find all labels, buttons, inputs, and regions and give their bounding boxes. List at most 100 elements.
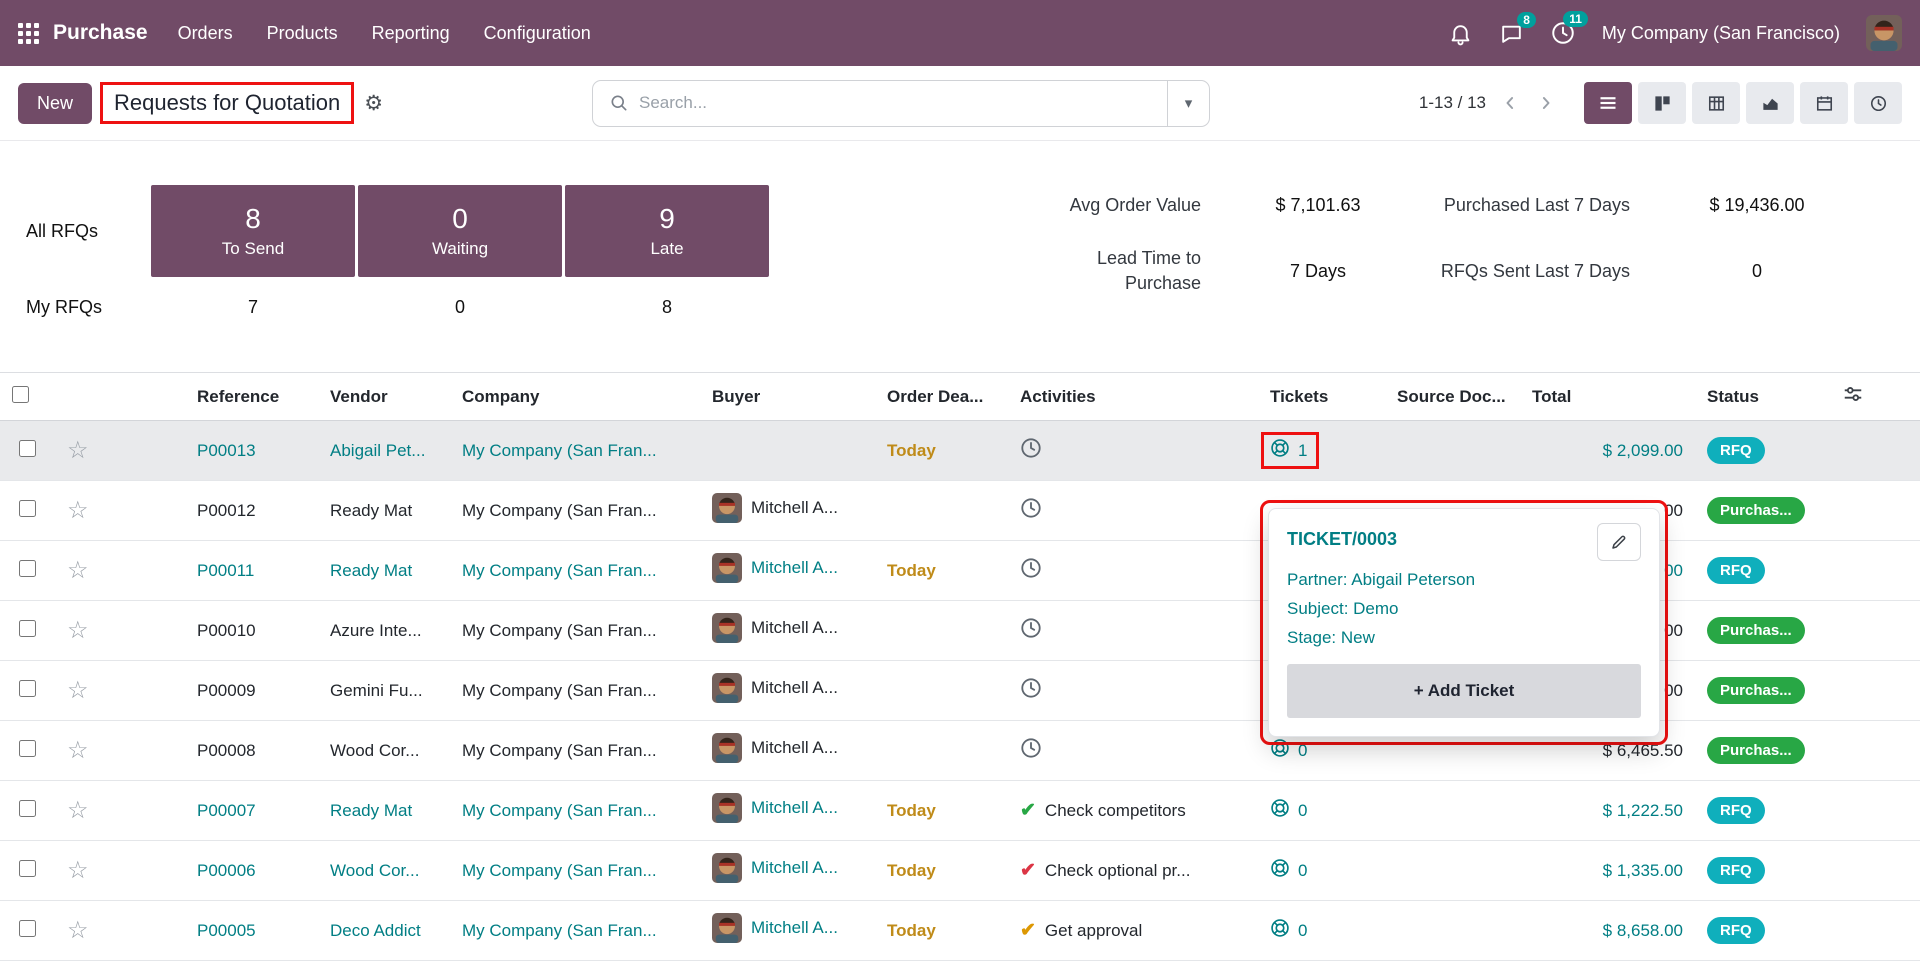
user-avatar[interactable] — [1866, 15, 1902, 51]
ticket-count[interactable]: 0 — [1298, 801, 1307, 821]
view-calendar-icon[interactable] — [1800, 82, 1848, 124]
menu-reporting[interactable]: Reporting — [372, 23, 450, 44]
company-switcher[interactable]: My Company (San Francisco) — [1602, 23, 1840, 44]
favorite-star-icon[interactable]: ☆ — [67, 737, 89, 764]
app-name[interactable]: Purchase — [53, 21, 148, 45]
check-activity-icon[interactable]: ✔ — [1020, 919, 1036, 942]
activity-cell-content[interactable]: ✔ — [1020, 617, 1042, 644]
add-ticket-button[interactable]: + Add Ticket — [1287, 664, 1641, 718]
column-header-company[interactable]: Company — [450, 373, 700, 421]
optional-columns-icon[interactable] — [1830, 373, 1920, 421]
pager-next-icon[interactable] — [1534, 91, 1558, 115]
gear-icon[interactable]: ⚙ — [364, 91, 383, 116]
kpi-rfqs-sent-last7: 0 — [1672, 261, 1842, 282]
activity-cell-content[interactable]: ✔ Check competitors — [1020, 799, 1186, 822]
table-row[interactable]: ☆ P00005 Deco Addict My Company (San Fra… — [0, 901, 1920, 961]
activity-cell-content[interactable]: ✔ — [1020, 677, 1042, 704]
check-activity-icon[interactable]: ✔ — [1020, 799, 1036, 822]
status-badge: RFQ — [1707, 917, 1765, 944]
clock-activity-icon[interactable] — [1020, 437, 1042, 464]
clock-activity-icon[interactable] — [1020, 497, 1042, 524]
row-checkbox[interactable] — [19, 920, 36, 937]
view-graph-icon[interactable] — [1746, 82, 1794, 124]
column-header-reference[interactable]: Reference — [185, 373, 318, 421]
tickets-cell-content[interactable]: 0 — [1270, 918, 1307, 943]
table-row[interactable]: ☆ P00006 Wood Cor... My Company (San Fra… — [0, 841, 1920, 901]
search-dropdown-toggle[interactable]: ▾ — [1167, 81, 1209, 126]
favorite-star-icon[interactable]: ☆ — [67, 857, 89, 884]
favorite-star-icon[interactable]: ☆ — [67, 917, 89, 944]
clock-activity-icon[interactable] — [1020, 617, 1042, 644]
tickets-cell-content[interactable]: 0 — [1270, 798, 1307, 823]
row-checkbox[interactable] — [19, 860, 36, 877]
activity-label: Check competitors — [1045, 801, 1186, 821]
row-checkbox[interactable] — [19, 560, 36, 577]
tickets-cell-content[interactable]: 1 — [1261, 432, 1319, 469]
favorite-star-icon[interactable]: ☆ — [67, 497, 89, 524]
column-header-total[interactable]: Total — [1520, 373, 1695, 421]
activity-cell-content[interactable]: ✔ — [1020, 557, 1042, 584]
status-badge: Purchas... — [1707, 737, 1805, 764]
favorite-star-icon[interactable]: ☆ — [67, 437, 89, 464]
column-header-tickets[interactable]: Tickets — [1258, 373, 1385, 421]
check-activity-icon[interactable]: ✔ — [1020, 859, 1036, 882]
my-waiting-count[interactable]: 0 — [358, 297, 562, 318]
clock-activity-icon[interactable] — [1020, 677, 1042, 704]
my-late-count[interactable]: 8 — [565, 297, 769, 318]
column-header-vendor[interactable]: Vendor — [318, 373, 450, 421]
ticket-title[interactable]: TICKET/0003 — [1287, 523, 1397, 550]
view-activity-icon[interactable] — [1854, 82, 1902, 124]
row-checkbox[interactable] — [19, 740, 36, 757]
ticket-count[interactable]: 0 — [1298, 921, 1307, 941]
row-checkbox[interactable] — [19, 680, 36, 697]
view-list-icon[interactable] — [1584, 82, 1632, 124]
menu-products[interactable]: Products — [267, 23, 338, 44]
search-input[interactable] — [639, 81, 1167, 126]
waiting-filter-button[interactable]: 0 Waiting — [358, 185, 562, 277]
clock-activity-icon[interactable] — [1020, 557, 1042, 584]
select-all-checkbox[interactable] — [12, 386, 29, 403]
row-checkbox[interactable] — [19, 440, 36, 457]
clock-activity-icon[interactable] — [1020, 737, 1042, 764]
favorite-star-icon[interactable]: ☆ — [67, 677, 89, 704]
activity-cell-content[interactable]: ✔ — [1020, 737, 1042, 764]
activity-cell-content[interactable]: ✔ — [1020, 497, 1042, 524]
company-cell: My Company (San Fran... — [462, 861, 657, 880]
menu-configuration[interactable]: Configuration — [484, 23, 591, 44]
row-checkbox[interactable] — [19, 500, 36, 517]
row-checkbox[interactable] — [19, 800, 36, 817]
activities-clock-icon[interactable]: 11 — [1550, 20, 1576, 46]
late-filter-button[interactable]: 9 Late — [565, 185, 769, 277]
favorite-star-icon[interactable]: ☆ — [67, 557, 89, 584]
table-row[interactable]: ☆ P00013 Abigail Pet... My Company (San … — [0, 421, 1920, 481]
tickets-cell-content[interactable]: 0 — [1270, 858, 1307, 883]
pager-previous-icon[interactable] — [1498, 91, 1522, 115]
view-kanban-icon[interactable] — [1638, 82, 1686, 124]
notifications-bell-icon[interactable] — [1448, 21, 1473, 46]
buyer-name: Mitchell A... — [751, 498, 838, 518]
view-pivot-icon[interactable] — [1692, 82, 1740, 124]
company-cell: My Company (San Fran... — [462, 501, 657, 520]
to-send-filter-button[interactable]: 8 To Send — [151, 185, 355, 277]
messages-icon[interactable]: 8 — [1499, 21, 1524, 46]
column-header-buyer[interactable]: Buyer — [700, 373, 875, 421]
column-header-order-deadline[interactable]: Order Dea... — [875, 373, 1008, 421]
favorite-star-icon[interactable]: ☆ — [67, 797, 89, 824]
new-button[interactable]: New — [18, 83, 92, 124]
column-header-source-document[interactable]: Source Doc... — [1385, 373, 1520, 421]
my-to-send-count[interactable]: 7 — [151, 297, 355, 318]
column-header-status[interactable]: Status — [1695, 373, 1830, 421]
life-ring-ticket-icon — [1270, 858, 1290, 883]
table-row[interactable]: ☆ P00007 Ready Mat My Company (San Fran.… — [0, 781, 1920, 841]
apps-menu-icon[interactable] — [18, 23, 39, 44]
edit-ticket-button[interactable] — [1597, 523, 1641, 561]
activity-cell-content[interactable]: ✔ — [1020, 437, 1042, 464]
activity-cell-content[interactable]: ✔ Get approval — [1020, 919, 1142, 942]
row-checkbox[interactable] — [19, 620, 36, 637]
activity-cell-content[interactable]: ✔ Check optional pr... — [1020, 859, 1190, 882]
ticket-count[interactable]: 1 — [1298, 441, 1307, 461]
ticket-count[interactable]: 0 — [1298, 861, 1307, 881]
column-header-activities[interactable]: Activities — [1008, 373, 1258, 421]
menu-orders[interactable]: Orders — [178, 23, 233, 44]
favorite-star-icon[interactable]: ☆ — [67, 617, 89, 644]
